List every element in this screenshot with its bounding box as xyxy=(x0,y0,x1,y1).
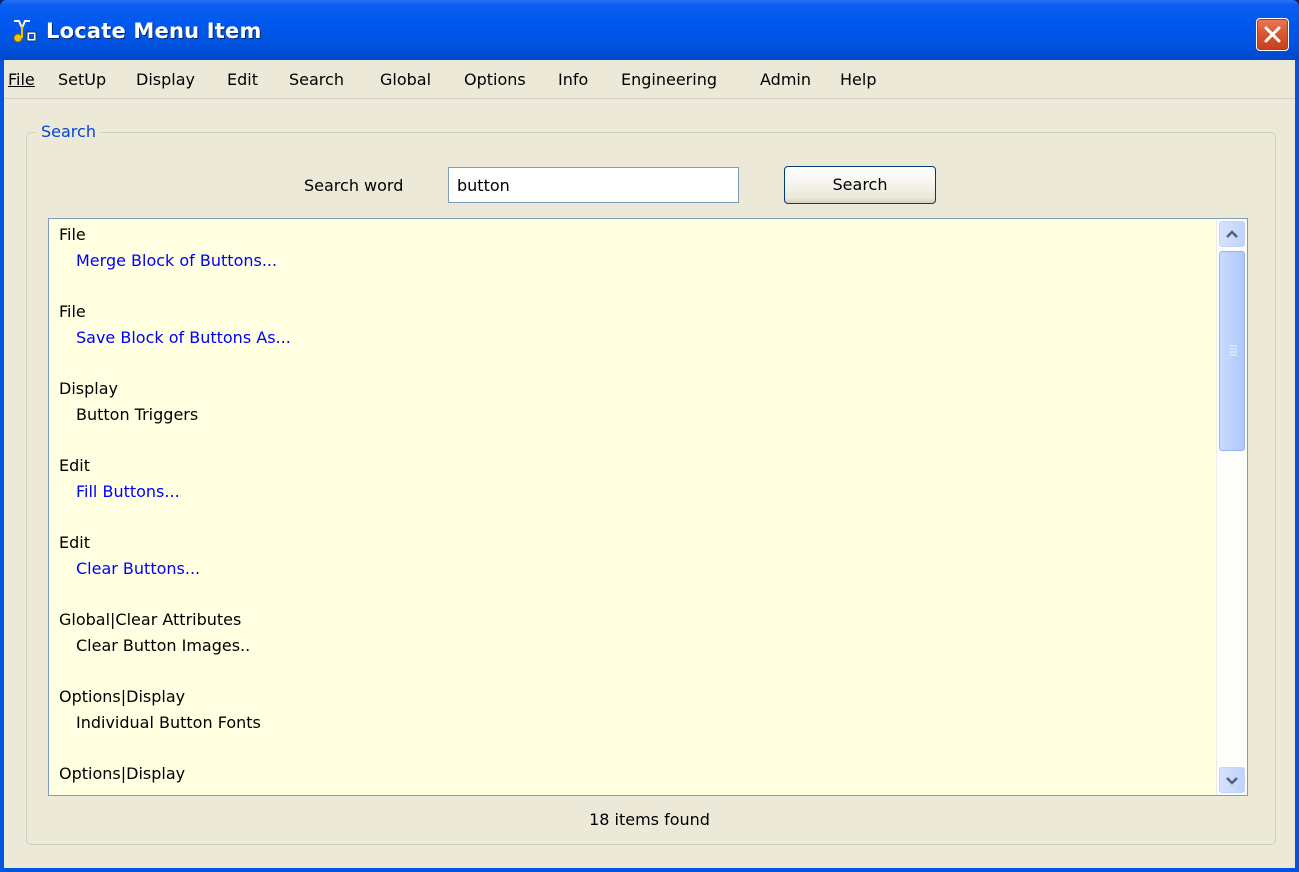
result-menu-path: Global|Clear Attributes xyxy=(59,610,242,629)
menu-bar: File SetUp Display Edit Search Global Op… xyxy=(4,60,1295,99)
results-list[interactable]: File Merge Block of Buttons... File Save Bl… xyxy=(48,218,1248,796)
results-entries: File Merge Block of Buttons... File Save Bl… xyxy=(59,225,1209,795)
result-menu-item[interactable]: Clear Buttons... xyxy=(76,559,200,578)
result-menu-path: Options|Display xyxy=(59,687,186,706)
search-input[interactable] xyxy=(448,167,739,203)
result-menu-path: Options|Display xyxy=(59,764,186,783)
result-menu-path: File xyxy=(59,302,86,321)
result-menu-item: Clear Button Images.. xyxy=(76,636,251,655)
search-word-label: Search word xyxy=(304,176,404,195)
result-entry: Global|Clear Attributes Clear Button Imag… xyxy=(59,610,1209,687)
result-menu-path: Edit xyxy=(59,533,90,552)
result-entry: Options|Display Individual Button Fonts xyxy=(59,687,1209,764)
result-entry: File Save Block of Buttons As... xyxy=(59,302,1209,379)
menu-file-label: File xyxy=(8,70,35,89)
result-menu-item[interactable]: Fill Buttons... xyxy=(76,482,180,501)
status-text: 18 items found xyxy=(589,810,710,829)
window-title: Locate Menu Item xyxy=(46,19,262,43)
result-menu-path: Edit xyxy=(59,456,90,475)
menu-engineering[interactable]: Engineering xyxy=(621,70,717,89)
result-entry: Edit Fill Buttons... xyxy=(59,456,1209,533)
chevron-down-icon xyxy=(1226,777,1238,785)
search-group-label: Search xyxy=(36,122,101,141)
result-entry: Display Button Triggers xyxy=(59,379,1209,456)
result-entry: Options|Display xyxy=(59,764,1209,795)
scroll-up-button[interactable] xyxy=(1219,221,1245,247)
result-menu-path: File xyxy=(59,225,86,244)
menu-edit[interactable]: Edit xyxy=(227,70,258,89)
close-icon xyxy=(1264,26,1281,43)
result-menu-item[interactable]: Save Block of Buttons As... xyxy=(76,328,291,347)
menu-admin[interactable]: Admin xyxy=(760,70,811,89)
menu-help[interactable]: Help xyxy=(840,70,876,89)
result-menu-path: Display xyxy=(59,379,118,398)
scroll-thumb[interactable] xyxy=(1219,251,1245,451)
result-entry: File Merge Block of Buttons... xyxy=(59,225,1209,302)
result-menu-item: Individual Button Fonts xyxy=(76,713,261,732)
result-entry: Edit Clear Buttons... xyxy=(59,533,1209,610)
menu-file[interactable]: File xyxy=(8,70,35,89)
menu-info[interactable]: Info xyxy=(558,70,588,89)
menu-global[interactable]: Global xyxy=(380,70,431,89)
result-menu-item[interactable]: Merge Block of Buttons... xyxy=(76,251,277,270)
window: Locate Menu Item File SetUp Display Edit… xyxy=(0,0,1299,872)
title-bar[interactable]: Locate Menu Item xyxy=(0,0,1299,60)
menu-setup[interactable]: SetUp xyxy=(58,70,106,89)
chevron-up-icon xyxy=(1226,230,1238,238)
menu-search[interactable]: Search xyxy=(289,70,344,89)
menu-options[interactable]: Options xyxy=(464,70,526,89)
scroll-down-button[interactable] xyxy=(1219,767,1245,793)
client-area: File SetUp Display Edit Search Global Op… xyxy=(4,60,1295,868)
menu-display[interactable]: Display xyxy=(136,70,195,89)
app-music-icon xyxy=(12,18,38,44)
close-button[interactable] xyxy=(1256,18,1289,51)
grip-icon xyxy=(1229,345,1237,356)
search-button[interactable]: Search xyxy=(784,166,936,204)
result-menu-item: Button Triggers xyxy=(76,405,199,424)
vertical-scrollbar[interactable] xyxy=(1216,219,1247,795)
